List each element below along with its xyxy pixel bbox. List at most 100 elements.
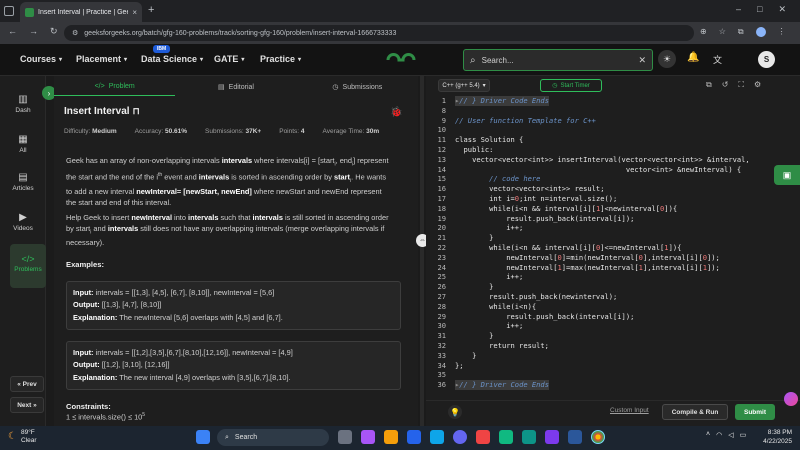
- taskbar-search[interactable]: ⌕ Search: [217, 429, 329, 446]
- tab-problem[interactable]: </> Problem: [54, 78, 176, 96]
- wifi-icon[interactable]: ◠: [716, 431, 722, 439]
- code-line: 15 // code here: [437, 174, 541, 184]
- time: 8:38 PM: [767, 429, 792, 436]
- example-explanation: The newInterval [5,6] overlaps with [4,5…: [119, 312, 283, 322]
- code-icon: </>: [94, 83, 105, 90]
- rail-item-problems[interactable]: </> Problems: [10, 254, 46, 273]
- extensions-icon[interactable]: ⧉: [738, 27, 744, 37]
- settings-icon[interactable]: ⚙: [754, 80, 761, 90]
- close-window-icon[interactable]: ✕: [778, 4, 786, 15]
- url-bar[interactable]: ⚙ geeksforgeeks.org/batch/gfg-160-proble…: [64, 25, 694, 41]
- user-avatar[interactable]: S: [758, 51, 775, 68]
- assistant-orb-icon[interactable]: [784, 392, 798, 406]
- chevron-down-icon: ▾: [200, 56, 204, 63]
- mail-icon[interactable]: [430, 430, 444, 444]
- code-line: 36 ▸// } Driver Code Ends: [437, 380, 549, 390]
- taskbar-clock[interactable]: 8:38 PM 4/22/2025: [750, 429, 792, 446]
- code-line: 20 i++;: [437, 223, 524, 233]
- chat-widget-button[interactable]: ▣: [774, 165, 800, 185]
- search-input[interactable]: Search...: [482, 56, 633, 65]
- tab-overview-icon[interactable]: [4, 6, 14, 16]
- edge-icon[interactable]: [407, 430, 421, 444]
- prev-button[interactable]: « Prev: [10, 376, 44, 392]
- copy-icon[interactable]: ⧉: [706, 80, 712, 90]
- custom-input-link[interactable]: Custom Input: [610, 407, 649, 414]
- browser-tab[interactable]: Insert Interval | Practice | Geek ×: [20, 2, 142, 22]
- difficulty-value: Medium: [92, 128, 117, 135]
- code-line: 19 result.push_back(interval[i]);: [437, 213, 635, 223]
- start-timer-button[interactable]: ◷ Start Timer: [540, 79, 602, 92]
- problem-tabs: </> Problem ▤ Editorial ◷ Submissions: [54, 78, 418, 96]
- code-area[interactable]: 1 ▸// } Driver Code Ends 8 9// User funct…: [432, 96, 792, 390]
- close-tab-icon[interactable]: ×: [132, 8, 137, 17]
- weather-widget[interactable]: ☾ 89°F Clear: [8, 429, 37, 445]
- vs-icon[interactable]: [545, 430, 559, 444]
- battery-icon[interactable]: ▭: [740, 431, 747, 439]
- forward-icon[interactable]: →: [29, 26, 38, 37]
- maximize-icon[interactable]: □: [757, 4, 762, 15]
- file-explorer-icon[interactable]: [384, 430, 398, 444]
- rail-item-articles[interactable]: ▤ Articles: [0, 172, 46, 192]
- task-view-icon[interactable]: [338, 430, 352, 444]
- nav-data-science[interactable]: Data Science ▾: [141, 54, 203, 64]
- nav-gate[interactable]: GATE ▾: [214, 54, 244, 64]
- chrome-menu-icon[interactable]: ⋮: [778, 27, 786, 37]
- chevron-up-icon[interactable]: ˄: [706, 431, 710, 439]
- ibm-badge: IBM: [153, 45, 171, 53]
- photos-icon[interactable]: [522, 430, 536, 444]
- translate-icon[interactable]: 文: [713, 53, 722, 66]
- store-icon[interactable]: [499, 430, 513, 444]
- new-tab-icon[interactable]: +: [148, 4, 154, 16]
- theme-toggle-icon[interactable]: ☀: [658, 50, 676, 68]
- minimize-icon[interactable]: –: [736, 4, 741, 15]
- tab-editorial[interactable]: ▤ Editorial: [175, 78, 296, 96]
- nav-practice[interactable]: Practice ▾: [260, 54, 301, 64]
- code-line: 17 int i=0;int n=interval.size();: [437, 193, 618, 203]
- chrome-icon[interactable]: [591, 430, 605, 444]
- windows-taskbar: [0, 426, 800, 450]
- notification-bell-icon[interactable]: 🔔: [687, 52, 699, 63]
- site-info-icon[interactable]: ⚙: [72, 29, 78, 37]
- office-icon[interactable]: [476, 430, 490, 444]
- word-icon[interactable]: [568, 430, 582, 444]
- app-icon-r[interactable]: [453, 430, 467, 444]
- reload-icon[interactable]: ↻: [50, 26, 58, 37]
- nav-courses[interactable]: Courses ▾: [20, 54, 62, 64]
- chevron-down-icon: ▾: [241, 56, 245, 63]
- next-button[interactable]: Next »: [10, 397, 44, 413]
- bookmark-star-icon[interactable]: ☆: [719, 27, 726, 37]
- article-icon: ▤: [18, 172, 28, 183]
- submit-button[interactable]: Submit: [735, 404, 775, 420]
- gfg-logo-icon[interactable]: [384, 51, 418, 69]
- back-icon[interactable]: ←: [8, 26, 17, 37]
- editor-actions: ⧉ ↺ ⛶ ⚙: [706, 80, 761, 90]
- language-select[interactable]: C++ (g++ 5.4) ▾: [438, 79, 490, 92]
- submissions-value: 37K+: [245, 128, 262, 135]
- bookmark-icon[interactable]: ⊓: [133, 106, 140, 117]
- install-app-icon[interactable]: ⊕: [700, 27, 707, 37]
- copilot-icon[interactable]: [361, 430, 375, 444]
- clear-search-icon[interactable]: ✕: [638, 55, 646, 66]
- rail-item-all[interactable]: ▦ All: [0, 134, 46, 154]
- profile-avatar-icon[interactable]: [755, 27, 766, 37]
- panel-divider[interactable]: [420, 76, 424, 426]
- video-icon: ▶: [19, 212, 27, 223]
- bug-report-icon[interactable]: 🐞: [390, 107, 402, 118]
- volume-icon[interactable]: ◁: [728, 431, 733, 439]
- search-bar[interactable]: ⌕ Search... ✕: [463, 49, 653, 71]
- reset-icon[interactable]: ↺: [722, 80, 729, 90]
- avg-time-value: 30m: [366, 128, 380, 135]
- compile-run-button[interactable]: Compile & Run: [662, 404, 728, 420]
- tab-submissions[interactable]: ◷ Submissions: [297, 78, 418, 96]
- rail-item-dash[interactable]: ▥ Dash: [0, 94, 46, 114]
- search-icon: ⌕: [470, 54, 476, 66]
- hint-bulb-icon[interactable]: 💡: [448, 405, 462, 419]
- fullscreen-icon[interactable]: ⛶: [738, 80, 744, 90]
- rail-item-videos[interactable]: ▶ Videos: [0, 212, 46, 232]
- nav-placement[interactable]: Placement ▾: [76, 54, 127, 64]
- code-line: 10: [437, 125, 446, 135]
- constraint-1: 1 ≤ intervals.size() ≤ 105: [66, 412, 146, 422]
- code-line: 26 }: [437, 282, 494, 292]
- code-line: 29 result.push_back(interval[i]);: [437, 311, 635, 321]
- windows-start-icon[interactable]: [196, 430, 210, 444]
